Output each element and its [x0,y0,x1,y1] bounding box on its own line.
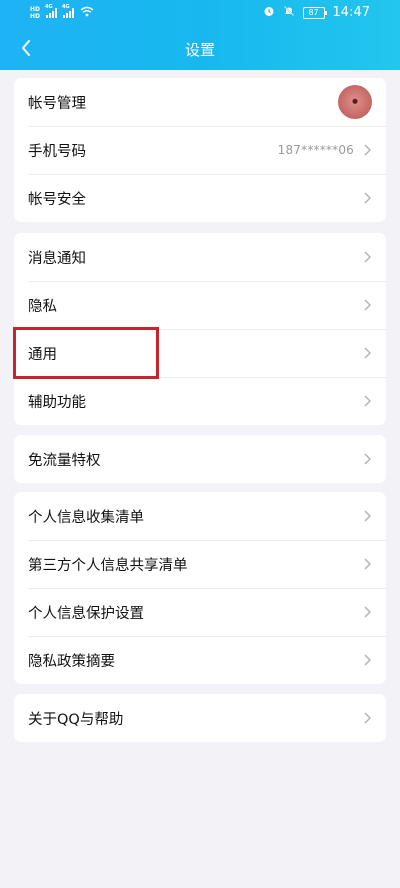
chevron-right-icon [362,605,372,619]
highlight-box [13,327,159,379]
chevron-right-icon [362,557,372,571]
settings-item-label: 消息通知 [28,250,86,267]
settings-item-account-management[interactable]: 帐号管理 [14,78,386,126]
hd-badge: HD HD [30,6,40,20]
status-left: HD HD 4G 4G [30,4,94,20]
settings-item-about-help[interactable]: 关于QQ与帮助 [14,694,386,742]
settings-item-privacy-policy-summary[interactable]: 隐私政策摘要 [14,636,386,684]
phone-number-value: 187******06 [277,143,354,157]
hd-label-top: HD [30,6,41,13]
settings-item-label: 手机号码 [28,143,86,160]
settings-item-label: 帐号安全 [28,191,86,208]
signal-icon: 4G [45,4,58,18]
chevron-right-icon [362,452,372,466]
wifi-icon [80,6,94,20]
chevron-right-icon [362,346,372,360]
chevron-right-icon [362,394,372,408]
signal-label-1: 4G [45,4,53,10]
settings-item-label: 关于QQ与帮助 [28,711,124,728]
chevron-right-icon [362,250,372,264]
settings-item-label: 个人信息保护设置 [28,605,144,622]
nav-bar: 设置 [0,30,400,68]
personal-info-group: 个人信息收集清单 第三方个人信息共享清单 个人信息保护设置 隐私政策摘要 [14,492,386,684]
settings-item-data-free-privilege[interactable]: 免流量特权 [14,435,386,483]
avatar [338,85,372,119]
settings-item-privacy[interactable]: 隐私 [14,281,386,329]
hd-label-bottom: HD [30,13,41,20]
settings-item-notifications[interactable]: 消息通知 [14,233,386,281]
page-title: 设置 [184,41,215,59]
battery-icon: 87 [302,6,327,19]
signal-label-2: 4G [62,4,70,10]
account-group: 帐号管理 手机号码 187******06 帐号安全 [14,78,386,222]
settings-item-third-party-sharing-list[interactable]: 第三方个人信息共享清单 [14,540,386,588]
data-free-group: 免流量特权 [14,435,386,483]
chevron-right-icon [362,653,372,667]
settings-item-label: 隐私 [28,298,57,315]
chevron-right-icon [362,711,372,725]
settings-item-label: 隐私政策摘要 [28,653,115,670]
clock-time: 14:47 [332,5,370,20]
settings-item-label: 第三方个人信息共享清单 [28,557,188,574]
alarm-icon [263,5,275,20]
settings-item-accessibility[interactable]: 辅助功能 [14,377,386,425]
signal-icon-2: 4G [62,4,75,18]
settings-item-account-security[interactable]: 帐号安全 [14,174,386,222]
status-right: 87 14:47 [263,5,370,20]
mute-bell-icon [283,5,295,20]
header-bar: HD HD 4G 4G 87 14:47 设置 [0,0,400,70]
settings-item-info-collection-list[interactable]: 个人信息收集清单 [14,492,386,540]
settings-item-label: 帐号管理 [28,95,86,112]
settings-item-label: 免流量特权 [28,452,101,469]
settings-item-info-protection-settings[interactable]: 个人信息保护设置 [14,588,386,636]
status-bar: HD HD 4G 4G 87 14:47 [0,0,400,28]
chevron-right-icon [362,298,372,312]
settings-item-phone-number[interactable]: 手机号码 187******06 [14,126,386,174]
settings-item-label: 辅助功能 [28,394,86,411]
settings-item-label: 个人信息收集清单 [28,509,144,526]
chevron-right-icon [362,143,372,157]
chevron-right-icon [362,191,372,205]
about-group: 关于QQ与帮助 [14,694,386,742]
chevron-right-icon [362,509,372,523]
